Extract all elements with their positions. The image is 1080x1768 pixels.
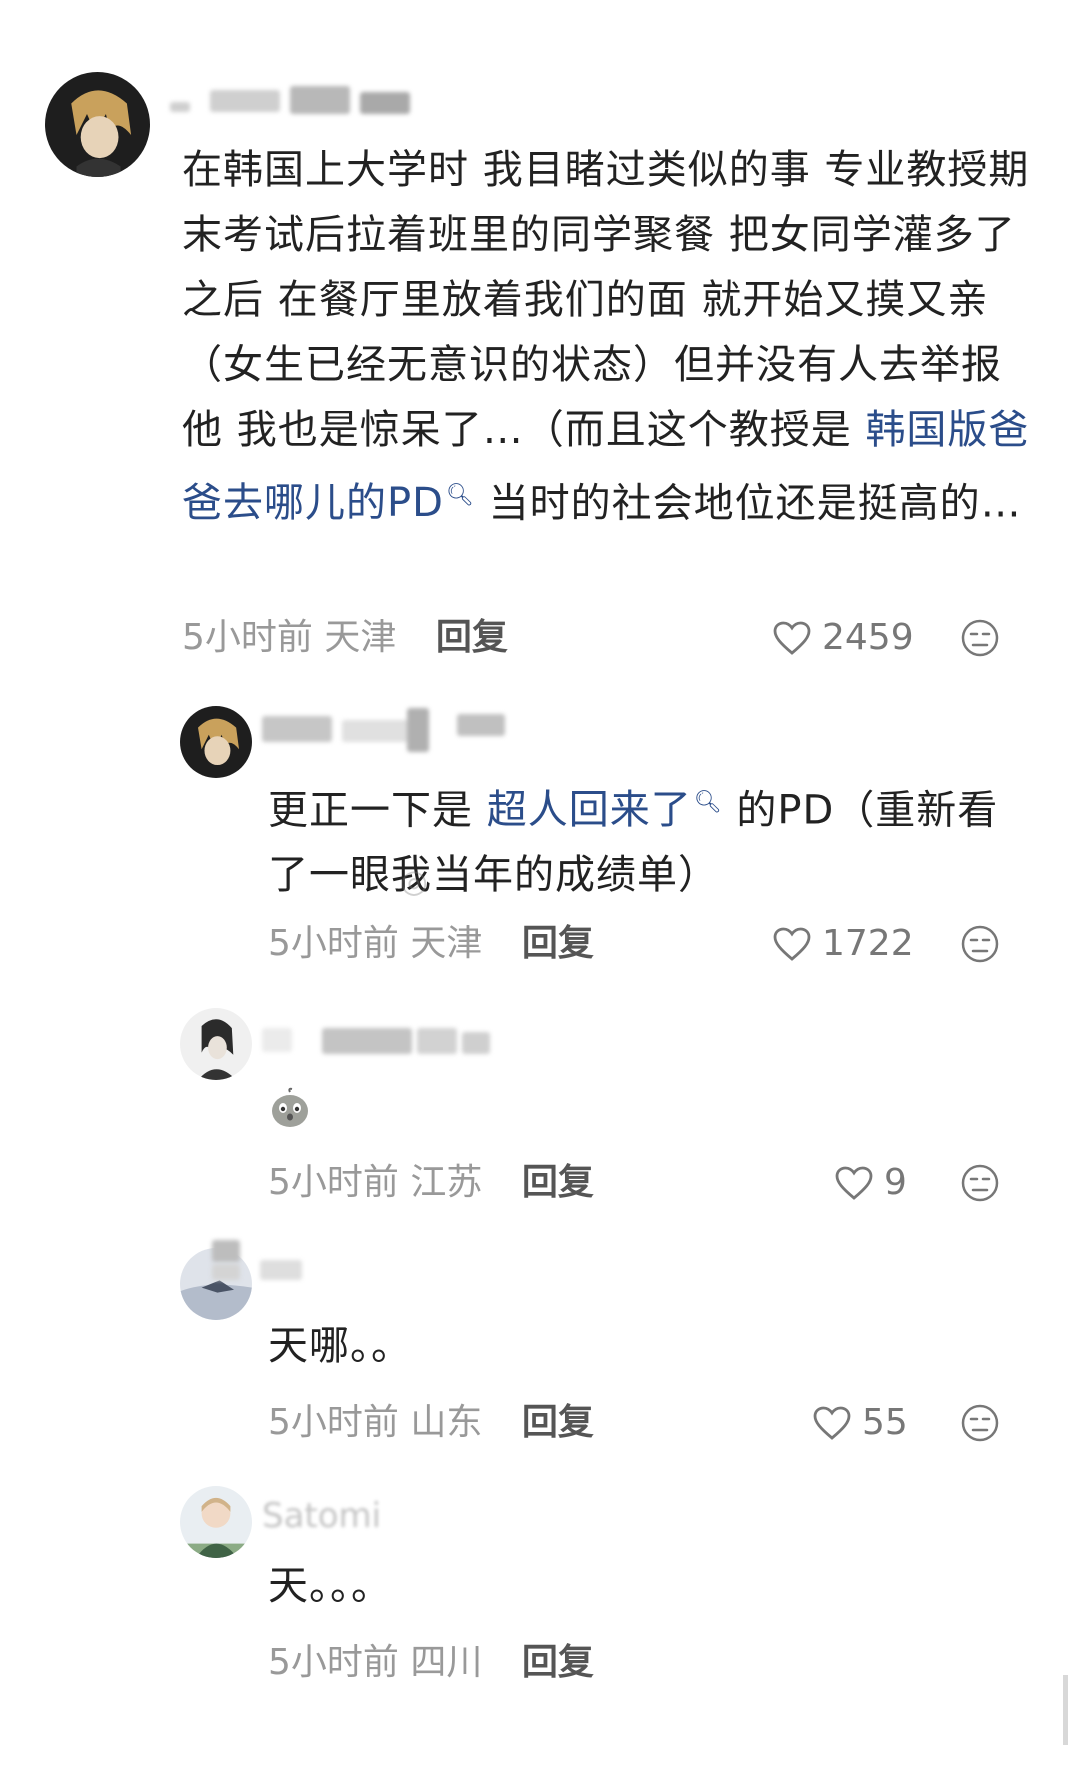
comment-body: 在韩国上大学时 我目睹过类似的事 专业教授期末考试后拉着班里的同学聚餐 把女同学… [182, 147, 1030, 527]
location: 江苏 [410, 1162, 483, 1203]
neutral-face-icon[interactable] [960, 924, 1000, 964]
timestamp: 5小时前 [268, 923, 399, 964]
username-blurred [262, 708, 522, 752]
location: 四川 [410, 1642, 483, 1683]
search-icon: 🔍︎ [693, 790, 723, 815]
location: 天津 [410, 923, 483, 964]
reply-button[interactable]: 回复 [436, 617, 508, 658]
avatar[interactable] [180, 1486, 252, 1558]
neutral-face-icon[interactable] [960, 618, 1000, 658]
comment-meta: 5小时前 天津 回复 [268, 922, 594, 966]
comment-meta: 5小时前 江苏 回复 [268, 1161, 594, 1205]
comment-body: 更正一下是 超人回来了🔍︎ 的PD（重新看了一眼我当年的成绩单） [268, 787, 999, 899]
username-blurred [170, 80, 430, 124]
like-count: 2459 [822, 617, 914, 658]
like-button[interactable]: 2459 [772, 616, 914, 660]
comment-meta: 5小时前 山东 回复 [268, 1401, 594, 1445]
neutral-face-icon[interactable] [960, 1403, 1000, 1443]
watermark: ◎ [400, 862, 429, 900]
like-count: 55 [862, 1402, 908, 1443]
username: Satomi [262, 1496, 382, 1536]
heart-outline-icon [773, 621, 811, 655]
heart-outline-icon [773, 927, 811, 961]
comment-thread: 在韩国上大学时 我目睹过类似的事 专业教授期末考试后拉着班里的同学聚餐 把女同学… [0, 0, 1080, 1768]
timestamp: 5小时前 [268, 1402, 399, 1443]
avatar[interactable] [45, 72, 150, 177]
like-button[interactable]: 1722 [772, 922, 914, 966]
reply-button[interactable]: 回复 [522, 1642, 594, 1683]
search-icon: 🔍︎ [445, 483, 475, 508]
username-blurred [262, 1018, 492, 1062]
comment-body: 天。。。 [268, 1563, 392, 1609]
avatar[interactable] [180, 706, 252, 778]
timestamp: 5小时前 [268, 1162, 399, 1203]
like-button[interactable]: 55 [812, 1401, 908, 1445]
shocked-chick-emoji [272, 1087, 308, 1127]
timestamp: 5小时前 [182, 617, 313, 658]
reply-button[interactable]: 回复 [522, 923, 594, 964]
heart-outline-icon [813, 1406, 851, 1440]
reply-button[interactable]: 回复 [522, 1402, 594, 1443]
like-button[interactable]: 9 [834, 1161, 907, 1205]
username-blurred [212, 1240, 332, 1284]
topic-link[interactable]: 超人回来了🔍︎ [487, 787, 723, 833]
like-count: 9 [884, 1162, 907, 1203]
comment-body: 天哪。。 [268, 1323, 412, 1369]
neutral-face-icon[interactable] [960, 1163, 1000, 1203]
comment-meta: 5小时前 四川 回复 [268, 1641, 594, 1685]
avatar[interactable] [180, 1008, 252, 1080]
like-count: 1722 [822, 923, 914, 964]
heart-outline-icon [835, 1166, 873, 1200]
reply-button[interactable]: 回复 [522, 1162, 594, 1203]
timestamp: 5小时前 [268, 1642, 399, 1683]
comment-meta: 5小时前 天津 回复 [182, 616, 508, 660]
scrollbar[interactable] [1063, 1675, 1068, 1745]
location: 山东 [410, 1402, 483, 1443]
location: 天津 [324, 617, 397, 658]
